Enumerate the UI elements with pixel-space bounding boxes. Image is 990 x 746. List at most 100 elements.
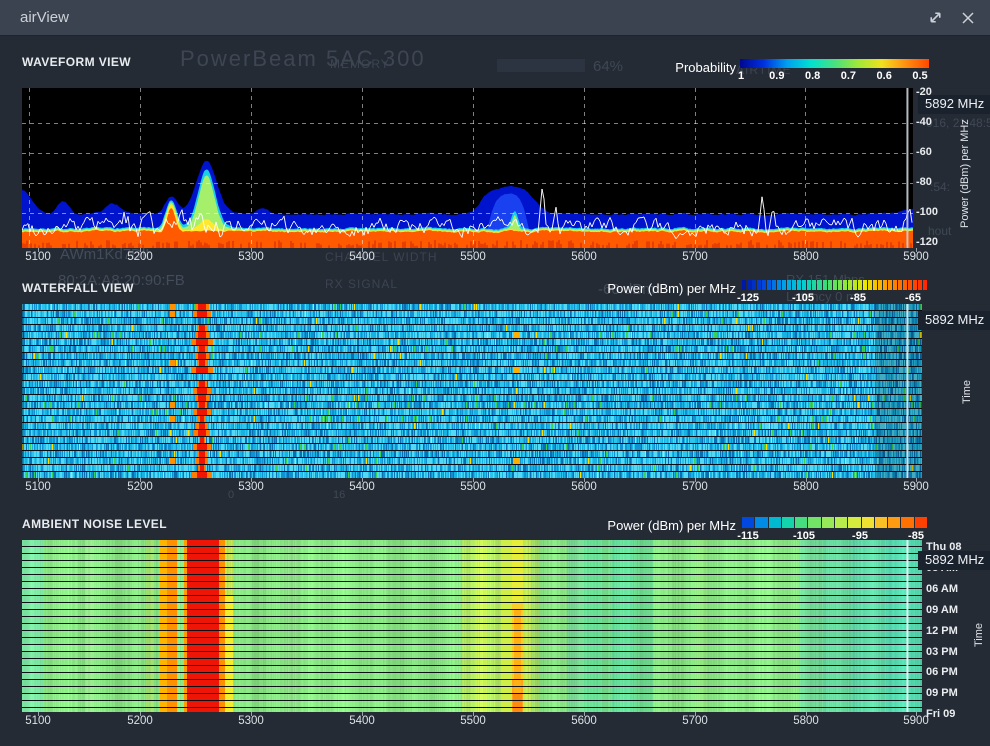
time-tick-label: 06 AM [926, 583, 958, 595]
power-y-tick: -40 [916, 116, 932, 128]
legend-segment [835, 517, 847, 528]
power-y-tick: -100 [916, 206, 938, 218]
legend-tick: 1 [738, 70, 744, 82]
legend-segment [747, 280, 751, 290]
x-tick-label: 5400 [349, 715, 375, 727]
power-y-tick: -120 [916, 236, 938, 248]
x-tick-label: 5200 [127, 251, 153, 263]
legend-segment [878, 280, 882, 290]
x-tick-label: 5800 [793, 715, 819, 727]
legend-segment [918, 280, 922, 290]
waveform-section-title: WAVEFORM VIEW [22, 55, 131, 69]
legend-segment [908, 280, 912, 290]
legend-segment [802, 280, 806, 290]
legend-segment [795, 517, 807, 528]
x-tick-label: 5800 [793, 481, 819, 493]
waterfall-plot [22, 304, 922, 478]
time-tick-label: 09 PM [926, 687, 958, 699]
legend-segment [777, 280, 781, 290]
ambient-time-axis-label: Time [972, 610, 986, 660]
legend-segment [797, 280, 801, 290]
legend-segment [898, 280, 902, 290]
waterfall-legend-label: Power (dBm) per MHz [506, 281, 736, 296]
legend-segment [901, 517, 913, 528]
x-tick-label: 5600 [571, 251, 597, 263]
x-tick-label: 5200 [127, 481, 153, 493]
waveform-marker-frequency: 5892 MHz [918, 95, 990, 114]
legend-tick: -125 [737, 292, 759, 304]
x-tick-label: 5700 [682, 251, 708, 263]
legend-tick: -105 [792, 292, 814, 304]
x-tick-label: 5600 [571, 715, 597, 727]
legend-segment [808, 517, 820, 528]
x-tick-label: 5700 [682, 481, 708, 493]
legend-segment [873, 280, 877, 290]
legend-segment [883, 280, 887, 290]
close-icon[interactable] [960, 10, 976, 26]
x-tick-label: 5700 [682, 715, 708, 727]
legend-segment [762, 280, 766, 290]
power-y-tick: -60 [916, 146, 932, 158]
x-tick-label: 5400 [349, 481, 375, 493]
legend-segment [807, 280, 811, 290]
legend-segment [893, 280, 897, 290]
expand-icon[interactable] [927, 9, 944, 26]
bleed-text: RX SIGNAL [325, 277, 398, 291]
legend-segment [767, 280, 771, 290]
legend-segment [812, 280, 816, 290]
bleed-text: :54: [930, 180, 950, 194]
legend-tick: -115 [737, 530, 758, 542]
x-tick-label: 5900 [903, 251, 929, 263]
legend-segment [923, 280, 927, 290]
legend-segment [823, 280, 827, 290]
x-tick-label: 5600 [571, 481, 597, 493]
legend-segment [752, 280, 756, 290]
legend-segment [843, 280, 847, 290]
x-tick-label: 5300 [238, 251, 264, 263]
bleed-text: MEMORY [330, 57, 390, 71]
legend-segment [769, 517, 781, 528]
x-tick-label: 5400 [349, 251, 375, 263]
probability-legend-bar [740, 59, 929, 68]
time-tick-label: 03 PM [926, 646, 958, 658]
waterfall-marker-frequency: 5892 MHz [918, 311, 990, 330]
legend-segment [755, 517, 767, 528]
legend-segment [903, 280, 907, 290]
legend-tick: 0.8 [805, 70, 820, 82]
probability-legend-ticks: 10.90.80.70.60.5 [740, 70, 929, 84]
legend-segment [787, 280, 791, 290]
legend-tick: -85 [850, 292, 866, 304]
legend-segment [888, 280, 892, 290]
probability-legend-label: Probability [506, 60, 736, 75]
waveform-plot [22, 88, 913, 248]
legend-tick: -95 [852, 530, 868, 542]
legend-segment [888, 517, 900, 528]
legend-segment [742, 517, 754, 528]
x-tick-label: 5900 [903, 715, 929, 727]
time-tick-label: 06 PM [926, 666, 958, 678]
power-y-tick: -80 [916, 176, 932, 188]
time-tick-label: 09 AM [926, 604, 958, 616]
waterfall-legend-bar [742, 280, 927, 290]
legend-segment [782, 517, 794, 528]
x-tick-label: 5300 [238, 481, 264, 493]
ambient-x-axis: 510052005300540055005600570058005900 [0, 715, 990, 730]
waveform-x-axis: 510052005300540055005600570058005900 [0, 251, 990, 266]
legend-tick: 0.6 [877, 70, 892, 82]
legend-segment [757, 280, 761, 290]
legend-segment [858, 280, 862, 290]
legend-tick: -85 [908, 530, 924, 542]
legend-segment [817, 280, 821, 290]
legend-segment [833, 280, 837, 290]
ambient-section-title: AMBIENT NOISE LEVEL [22, 517, 167, 531]
legend-segment [772, 280, 776, 290]
legend-segment [863, 280, 867, 290]
legend-segment [848, 517, 860, 528]
time-tick-label: 12 PM [926, 625, 958, 637]
x-tick-label: 5900 [903, 481, 929, 493]
ambient-legend-label: Power (dBm) per MHz [506, 518, 736, 533]
x-tick-label: 5100 [25, 715, 51, 727]
legend-segment [875, 517, 887, 528]
window-title: airView [20, 9, 69, 26]
ambient-noise-plot [22, 540, 922, 712]
